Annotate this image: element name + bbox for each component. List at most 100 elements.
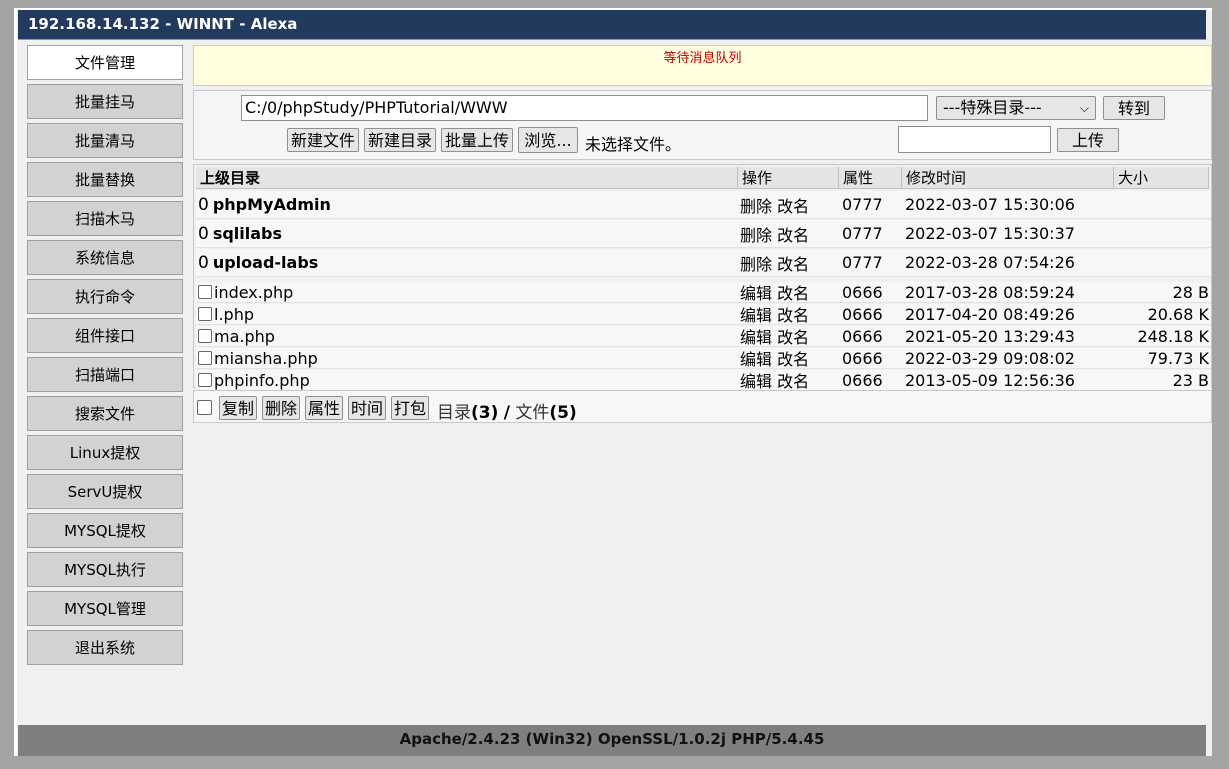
permission-link[interactable]: 0777	[842, 249, 883, 276]
file-count-label: 文件	[515, 403, 550, 423]
rename-link[interactable]: 改名	[777, 302, 809, 326]
permission-link[interactable]: 0666	[842, 370, 883, 390]
dir-count: 0	[198, 252, 209, 273]
table-row: ma.php 编辑 改名 0666 2021-05-20 13:29:43 24…	[196, 326, 1211, 347]
parent-dir-link[interactable]: 上级目录	[196, 167, 738, 189]
file-checkbox[interactable]	[198, 351, 212, 365]
sidebar-item-mysql-manage[interactable]: MYSQL管理	[27, 591, 183, 626]
upload-name-input[interactable]	[898, 126, 1051, 153]
file-link[interactable]: l.php	[214, 305, 254, 324]
mtime-link[interactable]: 2022-03-29 09:08:02	[905, 348, 1075, 368]
dir-count-label: 目录	[437, 403, 471, 423]
file-count-value: (5)	[549, 403, 577, 423]
mtime-link[interactable]: 2022-03-07 15:30:37	[905, 220, 1075, 247]
rename-link[interactable]: 改名	[777, 251, 809, 275]
browse-button[interactable]: 浏览...	[518, 127, 578, 153]
rename-link[interactable]: 改名	[777, 368, 809, 392]
rename-link[interactable]: 改名	[777, 280, 809, 304]
mtime-link[interactable]: 2022-03-28 07:54:26	[905, 249, 1075, 276]
sidebar-item-batch-replace[interactable]: 批量替换	[27, 162, 183, 197]
dir-link[interactable]: phpMyAdmin	[213, 195, 331, 214]
table-row: miansha.php 编辑 改名 0666 2022-03-29 09:08:…	[196, 348, 1211, 369]
copy-button[interactable]: 复制	[219, 396, 257, 420]
sidebar-item-component[interactable]: 组件接口	[27, 318, 183, 353]
sidebar-item-mysql-privesc[interactable]: MYSQL提权	[27, 513, 183, 548]
table-row: index.php 编辑 改名 0666 2017-03-28 08:59:24…	[196, 282, 1211, 303]
rename-link[interactable]: 改名	[777, 346, 809, 370]
rename-link[interactable]: 改名	[777, 222, 809, 246]
table-row: 0 phpMyAdmin 删除 改名 0777 2022-03-07 15:30:…	[196, 191, 1211, 219]
select-all-checkbox[interactable]	[197, 400, 212, 415]
column-header-attr: 属性	[839, 167, 902, 189]
mtime-link[interactable]: 2017-03-28 08:59:24	[905, 282, 1075, 302]
new-file-button[interactable]: 新建文件	[287, 128, 359, 152]
file-link[interactable]: ma.php	[214, 327, 275, 346]
special-dir-select-value: ---特殊目录---	[943, 98, 1042, 117]
sidebar-item-file-manager[interactable]: 文件管理	[27, 45, 183, 80]
sidebar-item-scan-trojan[interactable]: 扫描木马	[27, 201, 183, 236]
delete-button[interactable]: 删除	[262, 396, 300, 420]
file-toolbox: C:/0/phpStudy/PHPTutorial/WWW ---特殊目录---…	[193, 90, 1212, 160]
mtime-link[interactable]: 2013-05-09 12:56:36	[905, 370, 1075, 390]
new-dir-button[interactable]: 新建目录	[364, 128, 436, 152]
rename-link[interactable]: 改名	[777, 324, 809, 348]
file-checkbox[interactable]	[198, 307, 212, 321]
sidebar-item-servu-privesc[interactable]: ServU提权	[27, 474, 183, 509]
file-checkbox[interactable]	[198, 285, 212, 299]
sidebar-item-batch-clean[interactable]: 批量清马	[27, 123, 183, 158]
edit-link[interactable]: 编辑	[740, 368, 772, 392]
column-header-mtime: 修改时间	[902, 167, 1114, 189]
dir-link[interactable]: upload-labs	[213, 253, 318, 272]
edit-link[interactable]: 编辑	[740, 302, 772, 326]
sidebar-item-mysql-exec[interactable]: MYSQL执行	[27, 552, 183, 587]
upload-button[interactable]: 上传	[1057, 128, 1119, 152]
main-window: 192.168.14.132 - WINNT - Alexa 文件管理 批量挂马…	[14, 8, 1212, 756]
permission-link[interactable]: 0666	[842, 348, 883, 368]
sidebar-item-exec-command[interactable]: 执行命令	[27, 279, 183, 314]
file-link[interactable]: miansha.php	[214, 349, 318, 368]
path-input[interactable]: C:/0/phpStudy/PHPTutorial/WWW	[241, 95, 928, 121]
file-checkbox[interactable]	[198, 329, 212, 343]
sidebar-item-batch-hang[interactable]: 批量挂马	[27, 84, 183, 119]
permission-link[interactable]: 0777	[842, 220, 883, 247]
delete-link[interactable]: 删除	[740, 251, 772, 275]
pack-button[interactable]: 打包	[391, 396, 429, 420]
batch-upload-button[interactable]: 批量上传	[441, 128, 513, 152]
sidebar-item-linux-privesc[interactable]: Linux提权	[27, 435, 183, 470]
mtime-link[interactable]: 2022-03-07 15:30:06	[905, 191, 1075, 218]
sidebar-item-scan-port[interactable]: 扫描端口	[27, 357, 183, 392]
time-button[interactable]: 时间	[348, 396, 386, 420]
permission-link[interactable]: 0666	[842, 282, 883, 302]
table-row: 0 sqlilabs 删除 改名 0777 2022-03-07 15:30:37	[196, 220, 1211, 248]
file-list-table: 上级目录 操作 属性 修改时间 大小 0 phpMyAdmin 删除 改名 077…	[193, 164, 1212, 391]
edit-link[interactable]: 编辑	[740, 280, 772, 304]
permission-link[interactable]: 0666	[842, 326, 883, 346]
sidebar-item-system-info[interactable]: 系统信息	[27, 240, 183, 275]
file-size: 248.18 K	[1137, 326, 1209, 346]
file-size: 79.73 K	[1147, 348, 1209, 368]
goto-button[interactable]: 转到	[1103, 96, 1165, 120]
window-title: 192.168.14.132 - WINNT - Alexa	[18, 10, 1206, 40]
sidebar-item-search-file[interactable]: 搜索文件	[27, 396, 183, 431]
mtime-link[interactable]: 2021-05-20 13:29:43	[905, 326, 1075, 346]
summary-counts: 目录(3) / 文件(5)	[437, 398, 577, 423]
server-info-footer: Apache/2.4.23 (Win32) OpenSSL/1.0.2j PHP…	[18, 725, 1206, 756]
file-link[interactable]: phpinfo.php	[214, 371, 310, 390]
sidebar-item-logout[interactable]: 退出系统	[27, 630, 183, 665]
rename-link[interactable]: 改名	[777, 193, 809, 217]
message-queue-bar: 等待消息队列	[193, 45, 1212, 86]
dir-link[interactable]: sqlilabs	[213, 224, 282, 243]
table-row: phpinfo.php 编辑 改名 0666 2013-05-09 12:56:…	[196, 370, 1211, 391]
no-file-selected-text: 未选择文件。	[585, 135, 682, 154]
attr-button[interactable]: 属性	[305, 396, 343, 420]
edit-link[interactable]: 编辑	[740, 346, 772, 370]
file-link[interactable]: index.php	[214, 283, 293, 302]
file-checkbox[interactable]	[198, 373, 212, 387]
special-dir-select[interactable]: ---特殊目录--- ⌵	[936, 96, 1096, 120]
delete-link[interactable]: 删除	[740, 193, 772, 217]
permission-link[interactable]: 0777	[842, 191, 883, 218]
permission-link[interactable]: 0666	[842, 304, 883, 324]
edit-link[interactable]: 编辑	[740, 324, 772, 348]
mtime-link[interactable]: 2017-04-20 08:49:26	[905, 304, 1075, 324]
delete-link[interactable]: 删除	[740, 222, 772, 246]
